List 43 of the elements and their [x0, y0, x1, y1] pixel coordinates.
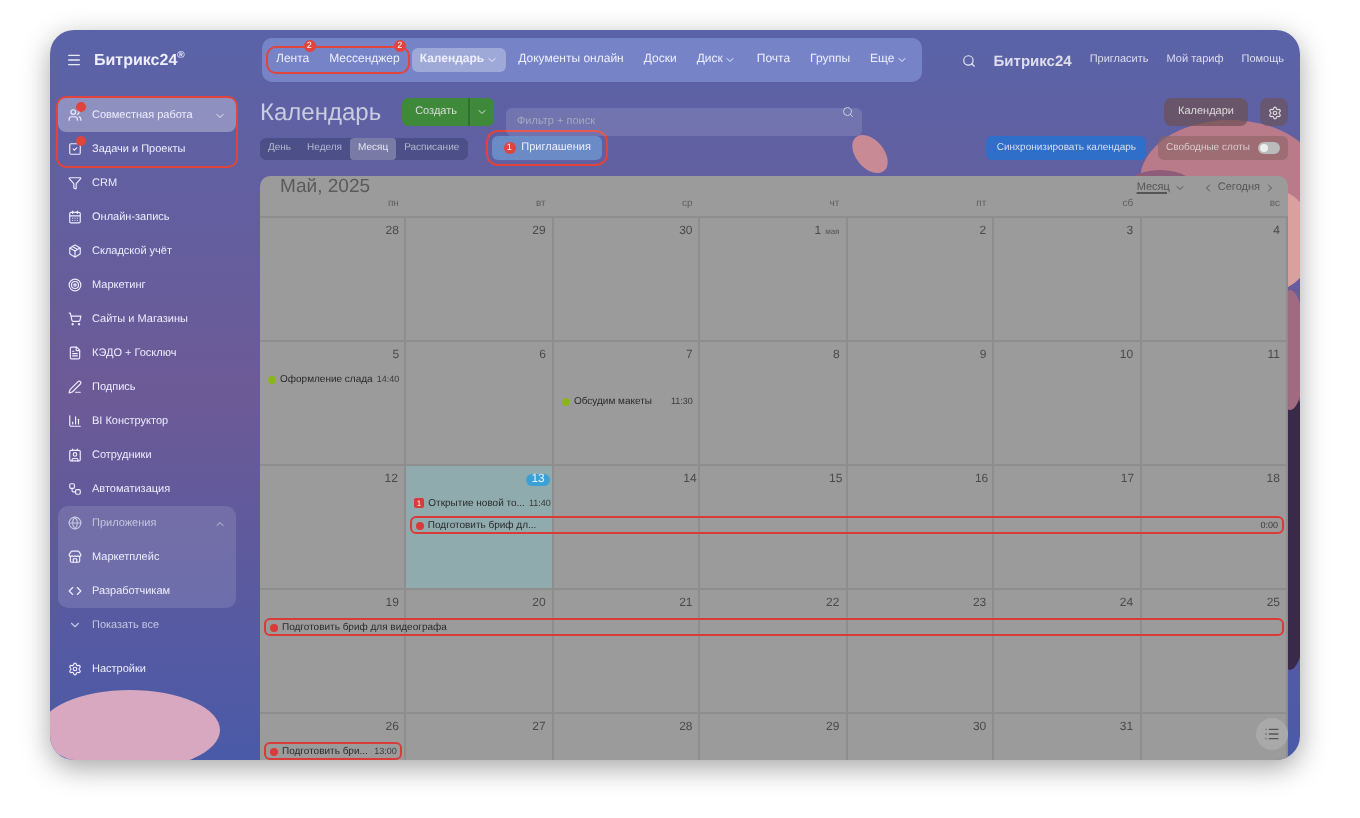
workflow-icon: [68, 482, 82, 496]
list-icon: [1264, 726, 1280, 742]
event-dot: [561, 397, 570, 405]
chevron-icon: [214, 517, 226, 529]
event-dot: [270, 623, 278, 631]
search-icon: [961, 53, 976, 67]
caret-icon: [896, 54, 909, 66]
toggle-switch[interactable]: [1258, 142, 1280, 154]
settings-button[interactable]: [1260, 98, 1288, 126]
page-title: Календарь: [260, 98, 382, 126]
notification-dot: [76, 136, 86, 146]
box-icon: [68, 244, 82, 258]
caret-icon: [724, 54, 737, 66]
chevron-icon: [68, 618, 82, 632]
event-dot: [270, 747, 278, 755]
settings-icon: [1267, 105, 1281, 119]
checkbox-icon: [68, 142, 82, 156]
month-title: Май, 2025: [280, 176, 371, 198]
contact-card-icon: [68, 448, 82, 462]
pen-icon: [68, 380, 82, 394]
next-icon: [1264, 181, 1276, 193]
caret-icon: [214, 109, 226, 121]
cart-icon: [68, 312, 82, 326]
caret-icon: [1173, 181, 1186, 193]
document-icon: [68, 346, 82, 360]
target-icon: [68, 278, 82, 292]
search-icon: [842, 106, 855, 118]
store-icon: [68, 550, 82, 564]
bar-chart-icon: [68, 414, 82, 428]
notification-dot: [76, 102, 86, 112]
globe-icon: [68, 516, 82, 530]
funnel-icon: [68, 176, 82, 190]
people-icon: [68, 108, 82, 122]
logo[interactable]: Битрикс24$^{®}$: [94, 50, 250, 70]
prev-icon: [1201, 181, 1214, 193]
caret-icon: [476, 106, 489, 118]
event-dot: [268, 375, 276, 383]
caret-icon: [486, 54, 499, 66]
event-dot: [415, 521, 424, 529]
settings-icon: [68, 662, 82, 676]
menu-icon: [66, 52, 82, 68]
calendar-icon: [68, 210, 82, 224]
code-icon: [68, 584, 82, 598]
